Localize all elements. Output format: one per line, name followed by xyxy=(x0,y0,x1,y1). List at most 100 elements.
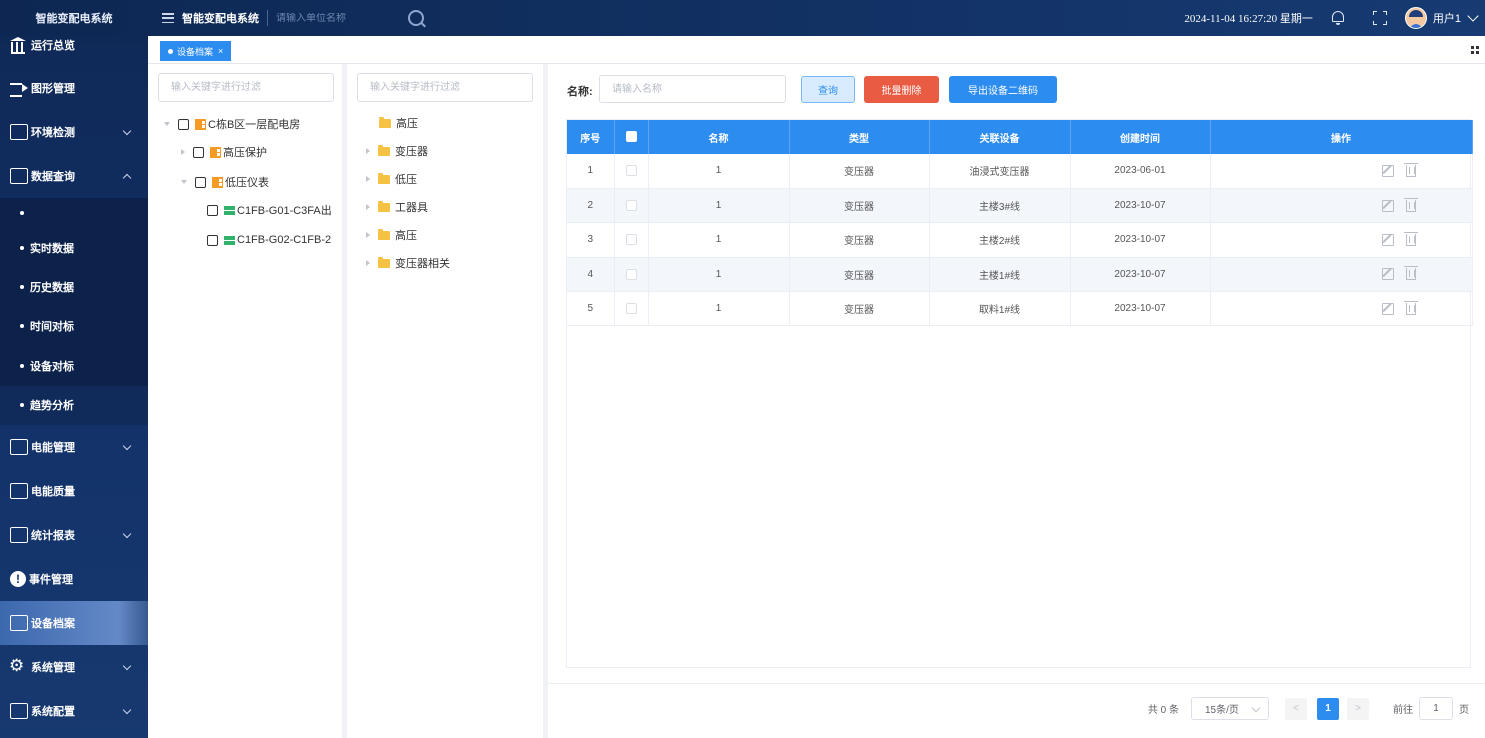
avatar[interactable] xyxy=(1404,7,1427,29)
sidebar-item-device-archive[interactable]: 设备档案 xyxy=(0,600,148,645)
trash-icon[interactable] xyxy=(1403,231,1418,246)
tree-node-label: 低压仪表 xyxy=(225,177,269,189)
chevron-down-icon[interactable] xyxy=(1467,10,1479,22)
expand-caret-icon[interactable] xyxy=(366,148,370,154)
sidebar-item-label: 设备档案 xyxy=(31,617,75,630)
select-all-checkbox[interactable] xyxy=(614,120,649,154)
sidebar-item-sys-manage[interactable]: 系统管理 xyxy=(0,645,148,689)
sidebar-item-data-query[interactable]: 数据查询 xyxy=(0,154,148,198)
page-button-current[interactable]: 1 xyxy=(1317,697,1339,720)
tree-node-hv-protect[interactable]: 高压保护 xyxy=(181,143,267,161)
expand-caret-icon[interactable] xyxy=(181,180,187,184)
export-qr-button[interactable]: 导出设备二维码 xyxy=(949,76,1057,103)
cell-device: 油浸式变压器 xyxy=(929,154,1071,189)
row-checkbox[interactable] xyxy=(614,257,649,293)
sidebar-item-energy[interactable]: 电能管理 xyxy=(0,425,148,469)
sidebar-item-env[interactable]: 环境检测 xyxy=(0,110,148,154)
expand-caret-icon[interactable] xyxy=(164,122,170,126)
category-tree-filter-input[interactable] xyxy=(357,73,533,102)
bell-icon[interactable] xyxy=(1331,10,1345,26)
row-checkbox[interactable] xyxy=(614,222,649,258)
prev-page-button[interactable]: < xyxy=(1285,697,1307,720)
row-checkbox[interactable] xyxy=(614,188,649,224)
expand-caret-icon[interactable] xyxy=(366,176,370,182)
edit-icon[interactable] xyxy=(1381,233,1394,246)
next-page-button[interactable]: > xyxy=(1347,697,1369,720)
sidebar-item-overview[interactable]: 运行总览 xyxy=(0,34,148,56)
cell-type: 变压器 xyxy=(789,257,930,293)
tree-checkbox[interactable] xyxy=(195,176,206,188)
submenu-time-compare[interactable]: 时间对标 xyxy=(0,307,148,346)
trash-icon[interactable] xyxy=(1403,266,1418,281)
org-tree-filter-input[interactable] xyxy=(158,73,334,102)
batch-delete-button[interactable]: 批量删除 xyxy=(864,76,939,103)
query-button[interactable]: 查询 xyxy=(801,76,855,103)
trash-icon[interactable] xyxy=(1403,197,1418,212)
expand-caret-icon[interactable] xyxy=(366,204,370,210)
cell-index: 4 xyxy=(567,257,615,293)
folder-icon xyxy=(378,200,390,212)
sidebar-item-quality[interactable]: 电能质量 xyxy=(0,469,148,513)
tree-node-label: 高压 xyxy=(396,118,418,130)
edit-icon[interactable] xyxy=(1381,199,1394,212)
tree-node-category[interactable]: 变压器相关 xyxy=(366,254,450,272)
page-size-select[interactable]: 15条/页 xyxy=(1191,697,1269,720)
grid-menu-icon[interactable] xyxy=(1471,46,1479,54)
quality-icon xyxy=(10,482,28,499)
tree-checkbox[interactable] xyxy=(193,146,204,158)
submenu-trend[interactable]: 趋势分析 xyxy=(0,385,148,425)
edit-icon[interactable] xyxy=(1381,268,1394,281)
cell-index: 1 xyxy=(567,154,615,189)
tree-checkbox[interactable] xyxy=(207,204,218,216)
expand-caret-icon[interactable] xyxy=(366,260,370,266)
tree-node-device-2[interactable]: C1FB-G02-C1FB-2 xyxy=(207,231,331,249)
edit-icon[interactable] xyxy=(1381,164,1394,177)
name-search-input[interactable] xyxy=(599,75,786,103)
cell-type: 变压器 xyxy=(789,188,930,224)
trash-icon[interactable] xyxy=(1403,300,1418,315)
arrow-icon xyxy=(10,80,28,97)
sidebar-item-label: 环境检测 xyxy=(31,127,75,139)
alert-icon xyxy=(10,570,26,587)
unit-search-input[interactable] xyxy=(276,12,396,24)
submenu-history[interactable]: 历史数据 xyxy=(0,267,148,306)
row-checkbox[interactable] xyxy=(614,291,649,327)
expand-caret-icon[interactable] xyxy=(366,232,370,238)
trash-icon[interactable] xyxy=(1403,162,1418,177)
cell-type: 变压器 xyxy=(789,154,930,189)
row-checkbox[interactable] xyxy=(614,154,649,189)
tree-checkbox[interactable] xyxy=(178,118,189,130)
tree-node-category[interactable]: 高压 xyxy=(379,114,418,132)
tree-node-category[interactable]: 变压器 xyxy=(366,142,428,160)
user-name[interactable]: 用户1 xyxy=(1433,10,1461,26)
search-icon[interactable] xyxy=(408,10,424,26)
table-row: 3 1 变压器 主楼2#线 2023-10-07 xyxy=(567,222,1473,258)
sidebar-item-events[interactable]: 事件管理 xyxy=(0,557,148,601)
cell-type: 变压器 xyxy=(789,291,930,327)
sidebar-item-sys-config[interactable]: 系统配置 xyxy=(0,689,148,733)
menu-collapse-icon[interactable] xyxy=(162,13,174,23)
sidebar-item-report[interactable]: 统计报表 xyxy=(0,513,148,557)
tree-node-category[interactable]: 低压 xyxy=(366,170,417,188)
tree-node-category[interactable]: 高压 xyxy=(366,226,417,244)
cell-created: 2023-10-07 xyxy=(1070,291,1211,327)
table-row: 2 1 变压器 主楼3#线 2023-10-07 xyxy=(567,188,1473,224)
close-icon[interactable]: × xyxy=(218,46,223,56)
tree-node-category[interactable]: 工器具 xyxy=(366,198,428,216)
goto-page-input[interactable] xyxy=(1419,697,1453,720)
tab-device-archive[interactable]: 设备档案 × xyxy=(160,41,232,61)
tree-node-device-1[interactable]: C1FB-G01-C3FA出 xyxy=(207,201,332,219)
tree-node-label: 变压器 xyxy=(395,146,428,158)
sidebar-item-graphics[interactable]: 图形管理 xyxy=(0,66,148,110)
submenu-device-compare[interactable]: 设备对标 xyxy=(0,346,148,385)
fullscreen-icon[interactable] xyxy=(1372,11,1387,25)
total-count: 共 0 条 xyxy=(1147,705,1179,716)
expand-caret-icon[interactable] xyxy=(181,149,185,155)
submenu-realtime[interactable]: 实时数据 xyxy=(0,228,148,267)
tree-node-lv-meter[interactable]: 低压仪表 xyxy=(181,173,269,191)
cell-device: 主楼1#线 xyxy=(929,257,1071,293)
tree-node-room[interactable]: C栋B区一层配电房 xyxy=(164,115,300,133)
building-icon xyxy=(210,146,221,158)
edit-icon[interactable] xyxy=(1381,302,1394,315)
tree-checkbox[interactable] xyxy=(207,234,218,246)
